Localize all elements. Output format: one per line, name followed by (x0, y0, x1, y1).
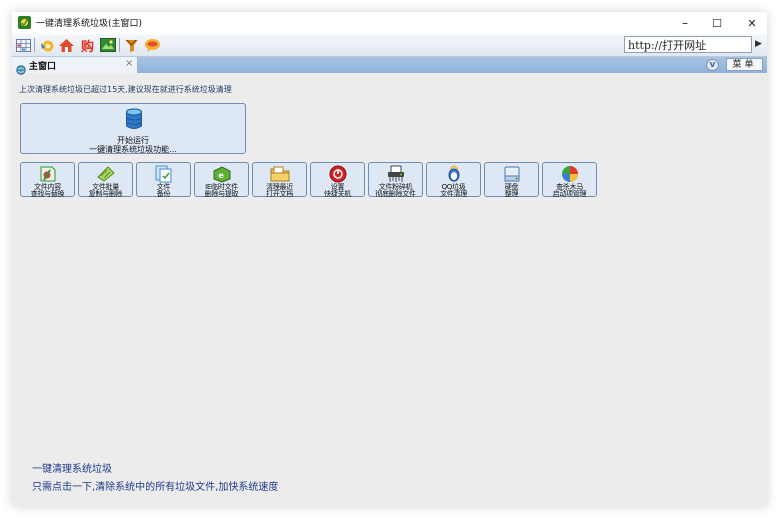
app-window: 一键清理系统垃圾(主窗口) – ☐ ✕ 购 http://打开网址 ▶ 主窗口 … (12, 12, 767, 506)
url-input[interactable]: http://打开网址 (624, 36, 752, 53)
start-button-sublabel: 一键清理系统垃圾功能... (89, 145, 177, 154)
grid-icon[interactable] (15, 37, 32, 53)
feature-title: 一键清理系统垃圾 (32, 464, 112, 475)
tool-sublabel: 查找与替换 (30, 190, 65, 198)
tab-main-window[interactable]: 主窗口 × (12, 57, 138, 75)
ie-temp-icon: e (212, 165, 232, 183)
tool-trojan-scan-button[interactable]: 查杀木马 启动项管理 (542, 162, 597, 198)
window-title: 一键清理系统垃圾(主窗口) (36, 19, 143, 29)
tool-sublabel: 复制与删除 (88, 190, 123, 198)
minimize-button[interactable]: – (670, 14, 700, 32)
close-button[interactable]: ✕ (737, 14, 767, 32)
svg-text:e: e (219, 171, 225, 180)
tool-backup-button[interactable]: 文件 备份 (136, 162, 191, 198)
tool-qq-clean-button[interactable]: QQ垃圾 文件清理 (426, 162, 481, 198)
tool-sublabel: 打开文档 (266, 190, 293, 198)
toolbar: 购 http://打开网址 ▶ (12, 34, 767, 57)
tool-recent-docs-button[interactable]: 清理最近 打开文档 (252, 162, 307, 198)
toolbar-separator (119, 38, 120, 52)
title-bar: 一键清理系统垃圾(主窗口) – ☐ ✕ (12, 12, 767, 34)
tool-sublabel: 启动项管理 (552, 190, 587, 198)
shredder-icon (386, 165, 406, 183)
cleanup-notice: 上次清理系统垃圾已超过15天,建议现在就进行系统垃圾清理 (19, 85, 232, 94)
shop-icon[interactable]: 购 (79, 37, 96, 55)
tool-shutdown-button[interactable]: 设置 快捷关机 (310, 162, 365, 198)
database-icon (125, 108, 143, 135)
refresh-icon[interactable] (38, 37, 55, 53)
tool-ie-temp-button[interactable]: e IE临时文件 删除与提取 (194, 162, 249, 198)
tool-batch-copy-button[interactable]: 文件批量 复制与删除 (78, 162, 133, 198)
tool-disk-defrag-button[interactable]: 硬盘 整理 (484, 162, 539, 198)
menu-button[interactable]: 菜单 (726, 58, 763, 71)
tab-close-icon[interactable]: × (125, 58, 133, 69)
start-cleanup-button[interactable]: 开始运行 一键清理系统垃圾功能... (20, 103, 246, 154)
tool-sublabel: 文件清理 (440, 190, 467, 198)
power-icon (328, 165, 348, 183)
tool-sublabel: 彻底删除文件 (375, 190, 416, 198)
app-logo-icon (18, 16, 31, 29)
feature-description: 只需点击一下,清除系统中的所有垃圾文件,加快系统速度 (32, 482, 279, 493)
tool-sublabel: 快捷关机 (324, 190, 351, 198)
backup-icon (154, 165, 174, 183)
heart-icon[interactable] (123, 37, 140, 53)
home-icon[interactable] (58, 37, 75, 53)
tool-find-replace-button[interactable]: 文件内容 查找与替换 (20, 162, 75, 198)
maximize-button[interactable]: ☐ (702, 14, 732, 32)
batch-copy-icon (96, 165, 116, 183)
image-icon[interactable] (99, 37, 116, 53)
chat-icon[interactable] (144, 37, 161, 53)
trojan-icon (560, 165, 580, 183)
tool-sublabel: 备份 (156, 190, 171, 198)
globe-icon (16, 60, 26, 79)
tab-bar: 主窗口 × V 菜单 (12, 57, 767, 75)
go-arrow-icon[interactable]: ▶ (755, 39, 762, 49)
qq-clean-icon (444, 165, 464, 183)
tool-shredder-button[interactable]: 文件粉碎机 彻底删除文件 (368, 162, 423, 198)
folder-icon (270, 165, 290, 183)
disk-icon (502, 165, 522, 183)
version-button[interactable]: V (706, 59, 719, 71)
v-label: V (709, 61, 716, 69)
find-replace-icon (38, 165, 58, 183)
tab-label: 主窗口 (29, 62, 57, 72)
toolbar-separator (34, 38, 35, 52)
tool-sublabel: 删除与提取 (204, 190, 239, 198)
tool-sublabel: 整理 (504, 190, 519, 198)
